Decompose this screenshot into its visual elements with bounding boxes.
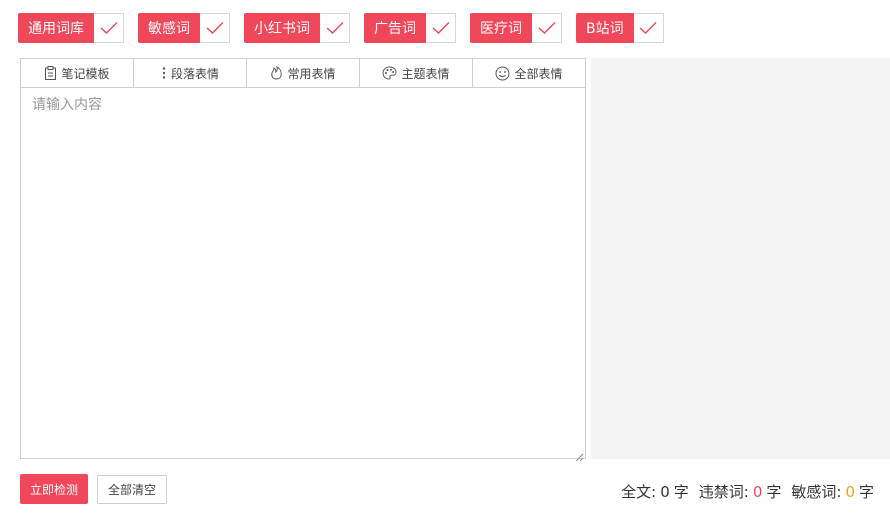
common-emoji-label: 常用表情 — [287, 66, 336, 81]
sensitive-stat: 敏感词: 0 字 — [791, 481, 874, 502]
tag-label: 通用词库 — [18, 13, 94, 43]
sensitive-count: 0 — [845, 483, 855, 501]
check-icon[interactable] — [94, 13, 124, 43]
note-template-label: 笔记模板 — [61, 66, 110, 81]
preview-panel — [591, 58, 890, 459]
banned-count: 0 — [752, 483, 763, 501]
fire-icon — [270, 66, 283, 80]
word-stats: 全文: 0 字 违禁词: 0 字 敏感词: 0 字 — [621, 481, 874, 502]
tag-ad-words[interactable]: 广告词 — [364, 13, 456, 43]
check-icon[interactable] — [320, 13, 350, 43]
paragraph-emoji-label: 段落表情 — [170, 66, 219, 81]
all-emoji-label: 全部表情 — [514, 66, 563, 81]
all-emoji-button[interactable]: 全部表情 — [472, 58, 586, 88]
content-input[interactable] — [20, 88, 586, 459]
detect-now-button[interactable]: 立即检测 — [20, 474, 88, 504]
tag-label: B站词 — [576, 13, 634, 43]
tag-bilibili-words[interactable]: B站词 — [576, 13, 664, 43]
clipboard-icon — [44, 66, 57, 80]
total-count: 0 — [660, 483, 670, 501]
tag-general-dictionary[interactable]: 通用词库 — [18, 13, 124, 43]
dictionary-tag-row: 通用词库 敏感词 小红书词 广告词 医疗词 B站词 — [18, 13, 664, 43]
total-unit: 字 — [673, 483, 689, 501]
tag-medical-words[interactable]: 医疗词 — [470, 13, 562, 43]
sensitive-label: 敏感词: — [791, 483, 842, 501]
common-emoji-button[interactable]: 常用表情 — [246, 58, 360, 88]
check-icon[interactable] — [532, 13, 562, 43]
check-icon[interactable] — [426, 13, 456, 43]
smiley-icon — [495, 66, 510, 81]
banned-unit: 字 — [766, 483, 782, 501]
check-icon[interactable] — [200, 13, 230, 43]
resize-handle-icon[interactable] — [574, 447, 584, 462]
theme-emoji-button[interactable]: 主题表情 — [359, 58, 473, 88]
tag-label: 敏感词 — [138, 13, 200, 43]
vertical-dots-icon — [161, 66, 167, 80]
palette-icon — [382, 66, 397, 80]
banned-label: 违禁词: — [698, 483, 749, 501]
tag-xiaohongshu-words[interactable]: 小红书词 — [244, 13, 350, 43]
paragraph-emoji-button[interactable]: 段落表情 — [133, 58, 247, 88]
check-icon[interactable] — [633, 13, 664, 43]
editor-toolbar: 笔记模板 段落表情 常用表情 主题表情 全部表情 — [20, 58, 586, 88]
theme-emoji-label: 主题表情 — [401, 66, 450, 81]
tag-label: 广告词 — [364, 13, 426, 43]
sensitive-unit: 字 — [858, 483, 874, 501]
tag-label: 小红书词 — [244, 13, 320, 43]
tag-label: 医疗词 — [470, 13, 532, 43]
total-label: 全文: — [621, 483, 657, 501]
note-template-button[interactable]: 笔记模板 — [20, 58, 134, 88]
tag-sensitive-words[interactable]: 敏感词 — [138, 13, 230, 43]
total-stat: 全文: 0 字 — [621, 481, 689, 502]
banned-stat: 违禁词: 0 字 — [699, 481, 782, 502]
clear-all-button[interactable]: 全部清空 — [97, 475, 167, 504]
